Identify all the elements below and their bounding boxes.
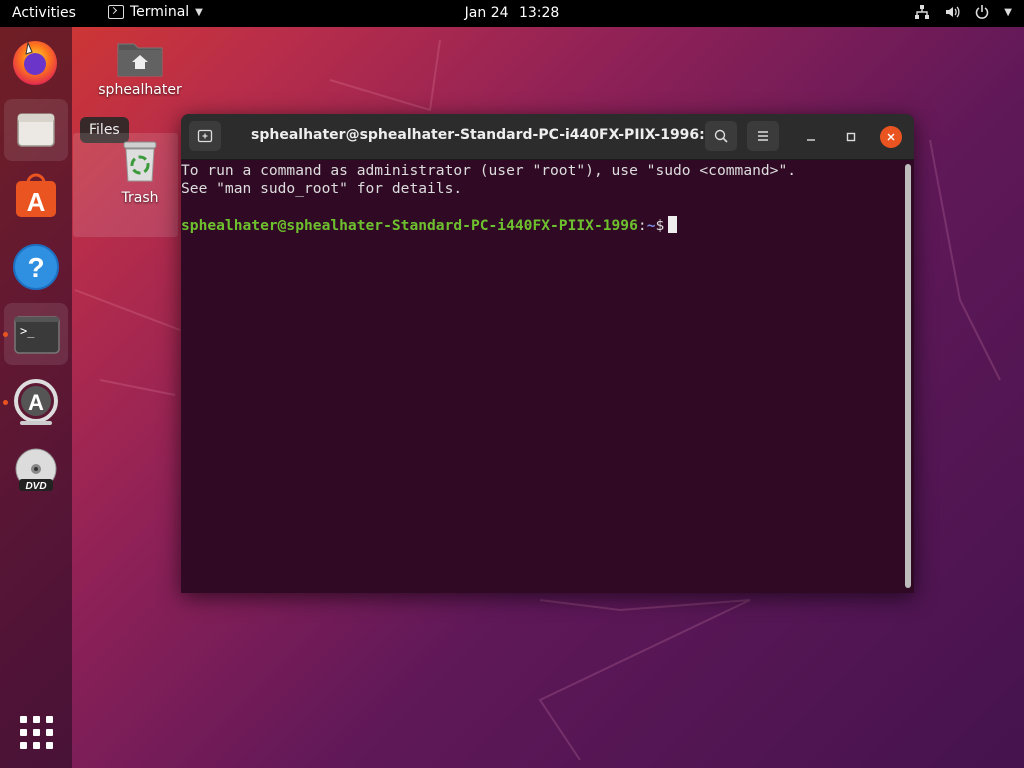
clock-date: Jan 24 <box>464 5 509 21</box>
software-icon: A <box>16 173 56 217</box>
text-cursor <box>668 216 678 233</box>
minimize-icon <box>807 139 815 141</box>
dock-item-files[interactable] <box>4 99 68 161</box>
svg-text:DVD: DVD <box>25 481 46 492</box>
maximize-button[interactable] <box>840 126 862 148</box>
menu-button[interactable] <box>747 121 779 151</box>
hamburger-icon <box>758 131 768 141</box>
maximize-icon <box>846 132 856 142</box>
minimize-button[interactable] <box>800 126 822 148</box>
new-tab-button[interactable] <box>189 121 221 151</box>
svg-text:>_: >_ <box>20 324 35 338</box>
updater-icon: A <box>14 379 58 425</box>
terminal-output[interactable]: To run a command as administrator (user … <box>181 160 902 593</box>
desktop-home-folder[interactable]: sphealhater <box>95 36 185 98</box>
show-applications-button[interactable] <box>20 716 53 749</box>
close-icon <box>887 133 895 141</box>
svg-text:A: A <box>28 390 44 415</box>
new-tab-icon <box>197 129 213 143</box>
desktop-trash[interactable]: Trash <box>110 140 170 206</box>
dock-item-help[interactable]: ? <box>4 235 68 297</box>
close-button[interactable] <box>880 126 902 148</box>
top-bar: Activities Terminal ▼ Jan 24 13:28 ▼ <box>0 0 1024 27</box>
dock-item-ubuntu-software[interactable]: A <box>4 167 68 229</box>
search-icon <box>714 129 728 143</box>
svg-text:A: A <box>27 187 46 217</box>
terminal-scrollbar[interactable] <box>905 164 911 588</box>
dock: A ? >_ A DVD <box>0 27 72 768</box>
dock-item-firefox[interactable] <box>4 29 68 91</box>
chevron-down-icon: ▼ <box>1004 6 1012 18</box>
terminal-prompt-line: sphealhater@sphealhater-Standard-PC-i440… <box>181 216 902 234</box>
dock-item-software-updater[interactable]: A <box>3 371 68 433</box>
prompt-user-host: sphealhater@sphealhater-Standard-PC-i440… <box>181 217 638 234</box>
desktop-trash-label: Trash <box>121 190 159 206</box>
help-icon: ? <box>13 244 59 290</box>
terminal-header-bar[interactable]: sphealhater@sphealhater-Standard-PC-i440… <box>181 114 914 160</box>
power-icon <box>974 4 990 20</box>
terminal-window[interactable]: sphealhater@sphealhater-Standard-PC-i440… <box>181 114 914 593</box>
terminal-line: See "man sudo_root" for details. <box>181 180 463 197</box>
running-indicator <box>3 332 8 337</box>
dock-item-terminal[interactable]: >_ <box>3 303 68 365</box>
firefox-icon <box>13 41 57 85</box>
prompt-symbol: $ <box>655 217 665 234</box>
system-tray[interactable]: ▼ <box>914 4 1012 20</box>
terminal-line: To run a command as administrator (user … <box>181 162 797 179</box>
window-title: sphealhater@sphealhater-Standard-PC-i440… <box>251 127 722 143</box>
desktop-home-label: sphealhater <box>98 82 182 98</box>
svg-text:?: ? <box>27 252 44 283</box>
files-icon <box>17 113 55 147</box>
volume-icon <box>944 4 960 20</box>
running-indicator <box>3 400 8 405</box>
terminal-icon: >_ <box>14 316 60 354</box>
search-button[interactable] <box>705 121 737 151</box>
prompt-separator: : <box>637 217 647 234</box>
dvd-icon: DVD <box>15 448 57 492</box>
home-folder-icon <box>117 43 163 77</box>
trash-icon <box>123 141 157 182</box>
dock-item-dvd[interactable]: DVD <box>4 439 68 501</box>
network-icon <box>914 4 930 20</box>
clock[interactable]: Jan 24 13:28 <box>0 5 1024 21</box>
clock-time: 13:28 <box>518 5 560 21</box>
